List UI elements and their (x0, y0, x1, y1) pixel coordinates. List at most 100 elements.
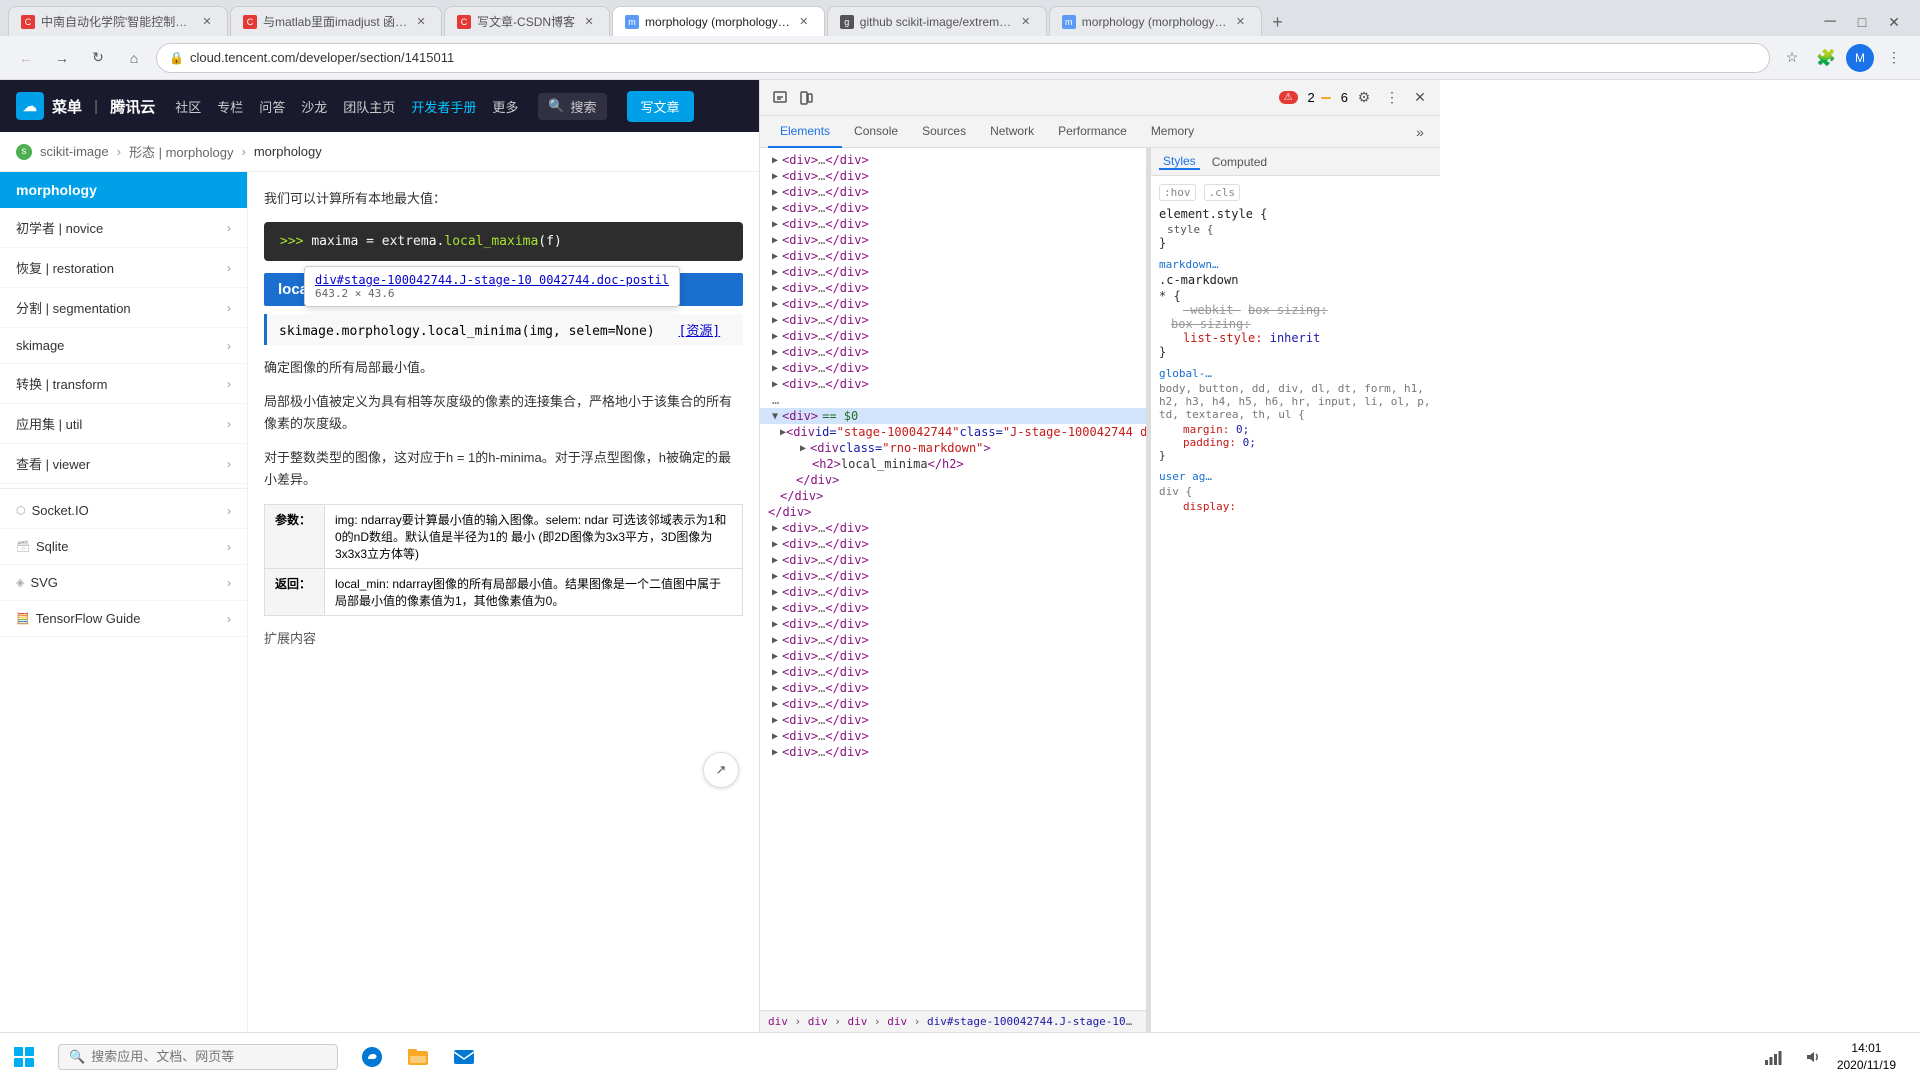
tree-row[interactable]: ▶ <div>…</div> (760, 232, 1146, 248)
tree-toggle-a8[interactable]: ▶ (768, 635, 782, 646)
sidebar-item-socketio[interactable]: ⬡ Socket.IO › (0, 493, 247, 529)
back-button[interactable]: ← (12, 44, 40, 72)
tree-row-after-14[interactable]: ▶ <div>…</div> (760, 728, 1146, 744)
tab-close-3[interactable]: ✕ (581, 14, 597, 30)
tree-toggle[interactable]: ▶ (768, 203, 782, 214)
sidebar-item-segmentation[interactable]: 分割 | segmentation › (0, 288, 247, 328)
tree-toggle-a1[interactable]: ▶ (768, 523, 782, 534)
tab-sources[interactable]: Sources (910, 116, 978, 148)
window-minimize[interactable]: ─ (1816, 8, 1844, 36)
tree-toggle-a12[interactable]: ▶ (768, 699, 782, 710)
sidebar-item-tensorflow[interactable]: 🧮 TensorFlow Guide › (0, 601, 247, 637)
tab-memory[interactable]: Memory (1139, 116, 1206, 148)
tree-row[interactable]: ▶ <div>…</div> (760, 296, 1146, 312)
tree-toggle[interactable]: ▶ (768, 155, 782, 166)
forward-button[interactable]: → (48, 44, 76, 72)
tree-toggle[interactable]: ▶ (768, 171, 782, 182)
tree-toggle-a11[interactable]: ▶ (768, 683, 782, 694)
tab-2[interactable]: C 与matlab里面imadjust 函… ✕ (230, 6, 442, 36)
nav-qa[interactable]: 问答 (259, 97, 285, 116)
func-source-link[interactable]: [资源] (679, 324, 721, 339)
tree-row-after-12[interactable]: ▶ <div>…</div> (760, 696, 1146, 712)
nav-salon[interactable]: 沙龙 (301, 97, 327, 116)
tree-selected-row[interactable]: ▼ <div> == $0 (760, 408, 1146, 424)
tree-row-after-15[interactable]: ▶ <div>…</div> (760, 744, 1146, 760)
devtools-more-button[interactable]: ⋮ (1380, 86, 1404, 110)
tab-performance[interactable]: Performance (1046, 116, 1139, 148)
taskbar-search-input[interactable] (91, 1049, 291, 1064)
styles-tab-computed[interactable]: Computed (1208, 155, 1271, 169)
tree-row[interactable]: ▶ <div>…</div> (760, 200, 1146, 216)
tree-toggle[interactable]: ▶ (768, 235, 782, 246)
tree-row-after-4[interactable]: ▶ <div>…</div> (760, 568, 1146, 584)
tree-expanded-2[interactable]: ▶ <div class="rno-markdown" > (760, 440, 1146, 456)
tree-toggle-a13[interactable]: ▶ (768, 715, 782, 726)
menu-label[interactable]: 菜单 (52, 96, 82, 117)
tree-toggle-a10[interactable]: ▶ (768, 667, 782, 678)
tab-elements[interactable]: Elements (768, 116, 842, 148)
tree-row[interactable]: ▶ <div>…</div> (760, 216, 1146, 232)
bc-div1[interactable]: div (768, 1015, 788, 1028)
tree-row[interactable]: ▶ <div>…</div> (760, 264, 1146, 280)
sidebar-item-novice[interactable]: 初学者 | novice › (0, 208, 247, 248)
new-tab-button[interactable]: + (1264, 8, 1292, 36)
nav-more[interactable]: 更多 (492, 97, 518, 116)
sidebar-item-transform[interactable]: 转换 | transform › (0, 364, 247, 404)
tree-toggle-a14[interactable]: ▶ (768, 731, 782, 742)
tree-toggle[interactable]: ▶ (768, 363, 782, 374)
taskbar-app-edge[interactable] (350, 1035, 394, 1079)
tree-row[interactable]: ▶ <div>…</div> (760, 168, 1146, 184)
volume-icon[interactable] (1797, 1041, 1829, 1073)
window-maximize[interactable]: □ (1848, 8, 1876, 36)
tree-toggle[interactable]: ▶ (768, 331, 782, 342)
devtools-inspect-button[interactable] (768, 86, 792, 110)
refresh-button[interactable]: ↻ (84, 44, 112, 72)
tab-close-6[interactable]: ✕ (1233, 14, 1249, 30)
tab-3[interactable]: C 写文章-CSDN博客 ✕ (444, 6, 610, 36)
tree-row[interactable]: ▶ <div>…</div> (760, 312, 1146, 328)
filter-hov[interactable]: :hov (1159, 184, 1196, 201)
sidebar-item-skimage[interactable]: skimage › (0, 328, 247, 364)
tree-expanded-5[interactable]: </div> (760, 488, 1146, 504)
sidebar-item-restoration[interactable]: 恢复 | restoration › (0, 248, 247, 288)
breadcrumb-morphology-cn[interactable]: 形态 | morphology (129, 142, 234, 161)
nav-community[interactable]: 社区 (175, 97, 201, 116)
tab-close-5[interactable]: ✕ (1018, 14, 1034, 30)
tree-row[interactable]: ▶ <div>…</div> (760, 376, 1146, 392)
tree-toggle[interactable]: ▶ (768, 347, 782, 358)
bc-div3[interactable]: div (848, 1015, 868, 1028)
write-article-button[interactable]: 写文章 (627, 91, 694, 122)
bc-div4[interactable]: div (887, 1015, 907, 1028)
tree-expanded-6[interactable]: </div> (760, 504, 1146, 520)
tree-row-after-3[interactable]: ▶ <div>…</div> (760, 552, 1146, 568)
tree-row[interactable]: ▶ <div>…</div> (760, 248, 1146, 264)
taskbar-search-bar[interactable]: 🔍 (58, 1044, 338, 1070)
tree-row-after-9[interactable]: ▶ <div>…</div> (760, 648, 1146, 664)
start-button[interactable] (0, 1033, 48, 1080)
tree-toggle-a15[interactable]: ▶ (768, 747, 782, 758)
tree-row[interactable]: ▶ <div>…</div> (760, 328, 1146, 344)
window-close[interactable]: ✕ (1880, 8, 1908, 36)
tree-row-after-5[interactable]: ▶ <div>…</div> (760, 584, 1146, 600)
tree-row-after-2[interactable]: ▶ <div>…</div> (760, 536, 1146, 552)
tree-expanded-4[interactable]: </div> (760, 472, 1146, 488)
sidebar-item-sqlite[interactable]: 🗃 Sqlite › (0, 529, 247, 565)
global-source[interactable]: global-… (1159, 367, 1432, 380)
tree-expanded-1[interactable]: ▶ <div id="stage-100042744" class="J-sta… (760, 424, 1146, 440)
markdown-source[interactable]: markdown… (1159, 258, 1432, 271)
bc-div2[interactable]: div (808, 1015, 828, 1028)
network-icon[interactable] (1757, 1041, 1789, 1073)
tree-toggle-a7[interactable]: ▶ (768, 619, 782, 630)
devtools-settings-button[interactable]: ⚙ (1352, 86, 1376, 110)
tree-row-after-8[interactable]: ▶ <div>…</div> (760, 632, 1146, 648)
tab-close-2[interactable]: ✕ (413, 14, 429, 30)
filter-cls[interactable]: .cls (1204, 184, 1241, 201)
tree-toggle-e2[interactable]: ▶ (796, 443, 810, 454)
home-button[interactable]: ⌂ (120, 44, 148, 72)
tree-toggle-selected[interactable]: ▼ (768, 411, 782, 422)
tree-row[interactable]: ▶ <div>…</div> (760, 344, 1146, 360)
tab-console[interactable]: Console (842, 116, 910, 148)
tab-4[interactable]: m morphology (morphology… ✕ (612, 6, 825, 36)
tab-network[interactable]: Network (978, 116, 1046, 148)
url-bar[interactable]: 🔒 cloud.tencent.com/developer/section/14… (156, 43, 1770, 73)
